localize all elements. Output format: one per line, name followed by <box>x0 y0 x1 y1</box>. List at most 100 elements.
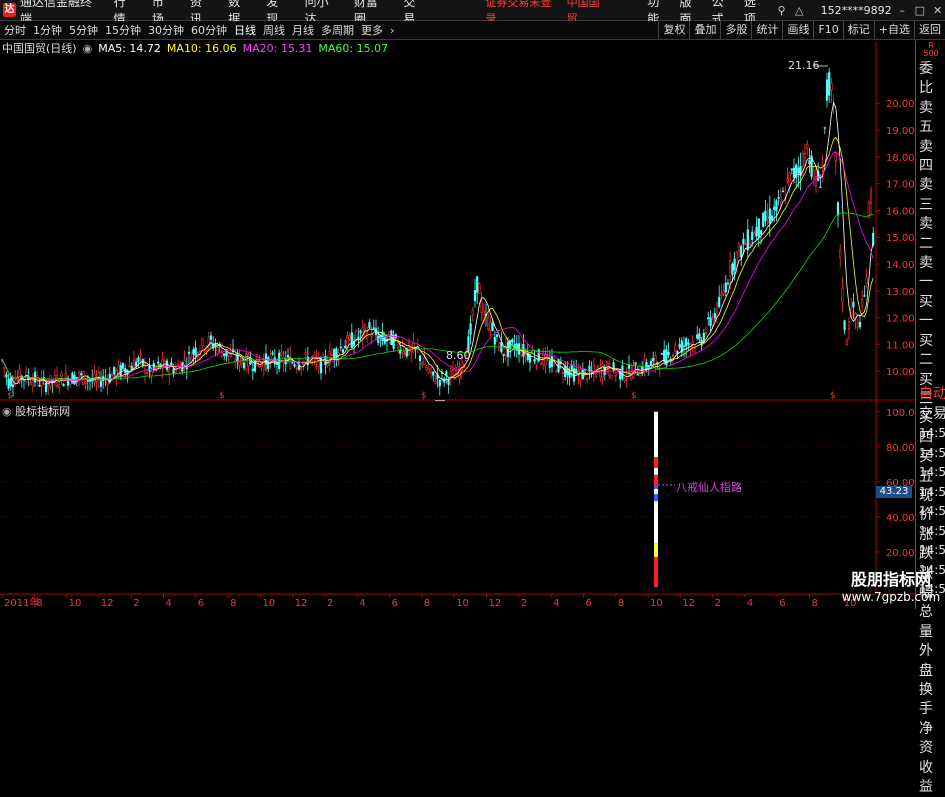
candle-body <box>700 339 703 346</box>
candle-body <box>282 356 285 364</box>
candle-body <box>790 168 793 171</box>
x-tick-label: 12 <box>101 598 114 609</box>
candle-body <box>203 350 206 353</box>
candle-body <box>722 290 725 295</box>
candle-body <box>368 322 371 328</box>
candle-body <box>685 338 688 347</box>
high-price-label: 21.16 <box>788 59 820 72</box>
period-15min[interactable]: 15分钟 <box>105 22 141 38</box>
candle-body <box>220 350 224 358</box>
chevron-right-icon[interactable]: › <box>390 24 394 37</box>
y-tick-label: 18.00 <box>886 153 915 164</box>
ma-legend: 中国国贸(日线) ◉ MA5: 14.72 MA10: 16.06 MA20: … <box>2 41 394 56</box>
candle-body <box>84 381 87 384</box>
y-tick-label: 10.00 <box>886 367 915 378</box>
candle-body <box>773 206 776 210</box>
x-tick-label: 12 <box>682 598 695 609</box>
candle-body <box>352 340 356 347</box>
period-monthly[interactable]: 月线 <box>292 22 314 38</box>
candle-body <box>198 350 202 355</box>
tool-mark[interactable]: 标记 <box>842 21 874 39</box>
bell-icon[interactable]: △ <box>792 2 807 18</box>
tool-f10[interactable]: F10 <box>813 21 842 39</box>
candle-body <box>819 186 822 188</box>
candle-body <box>513 344 516 350</box>
candle-body <box>456 366 459 376</box>
period-60min[interactable]: 60分钟 <box>191 22 227 38</box>
search-icon[interactable]: ⚲ <box>774 2 789 18</box>
candle-body <box>766 216 769 219</box>
candle-body <box>335 348 338 361</box>
ma60-label: MA60: 15.07 <box>318 41 389 55</box>
candle-body <box>568 370 571 378</box>
price-chart[interactable]: $ $ $ $ $ 10.00 11.00 12.00 13.00 14.00 15.00 16.0… <box>0 0 945 609</box>
candle-body <box>170 362 173 367</box>
candle-body <box>407 342 411 355</box>
candle-body <box>836 202 840 216</box>
tool-back[interactable]: 返回 <box>914 21 945 39</box>
eye-icon[interactable]: ◉ <box>83 42 93 55</box>
minimize-icon[interactable]: – <box>895 2 910 18</box>
indicator-bar-segment <box>654 474 658 486</box>
candle-body <box>443 378 446 383</box>
candle-body <box>671 354 675 357</box>
candle-body <box>366 333 369 340</box>
tool-adjust[interactable]: 复权 <box>658 21 689 39</box>
quote-field-16: 换手 <box>919 682 933 718</box>
period-30min[interactable]: 30分钟 <box>148 22 184 38</box>
candle-body <box>95 377 98 382</box>
candle-body <box>383 336 386 344</box>
eye-icon[interactable]: ◉ <box>2 405 12 418</box>
ma60-line <box>1 212 874 380</box>
period-weekly[interactable]: 周线 <box>263 22 285 38</box>
tool-stats[interactable]: 统计 <box>751 21 782 39</box>
candle-body <box>608 363 611 376</box>
candle-body <box>619 368 622 380</box>
candle-body <box>300 367 303 370</box>
period-daily[interactable]: 日线 <box>234 22 256 38</box>
candle-body <box>410 346 413 352</box>
tool-add-watch[interactable]: +自选 <box>873 21 914 39</box>
candle-body <box>533 359 536 362</box>
period-5min[interactable]: 5分钟 <box>69 22 98 38</box>
tool-overlay[interactable]: 叠加 <box>689 21 720 39</box>
period-more[interactable]: 更多 <box>361 22 383 38</box>
candle-body <box>388 331 391 336</box>
maximize-icon[interactable]: □ <box>912 2 927 18</box>
indicator-bar-segment <box>654 543 658 558</box>
candle-body <box>0 359 4 361</box>
period-multi[interactable]: 多周期 <box>321 22 354 38</box>
candle-body <box>630 371 633 380</box>
candle-body <box>429 367 433 374</box>
candle-body <box>691 341 694 345</box>
x-tick-label: 10 <box>456 598 469 609</box>
candle-body <box>524 351 527 355</box>
candle-body <box>38 385 41 387</box>
candle-body <box>315 358 318 363</box>
user-account[interactable]: 152****9892 <box>821 4 892 17</box>
candle-body <box>550 356 554 367</box>
candle-body <box>528 354 532 363</box>
candle-body <box>788 172 791 187</box>
candle-body <box>577 371 580 375</box>
tool-draw[interactable]: 画线 <box>782 21 813 39</box>
signal-marker: $ <box>219 391 225 401</box>
ma10-label: MA10: 16.06 <box>166 41 237 55</box>
close-icon[interactable]: ✕ <box>930 2 945 18</box>
candle-body <box>462 364 466 368</box>
candle-body <box>223 353 226 356</box>
candle-body <box>828 72 831 96</box>
candle-body <box>570 364 573 371</box>
period-intraday[interactable]: 分时 <box>4 22 26 38</box>
indicator-value-box: 43.23 <box>876 486 912 498</box>
candle-body <box>225 349 228 357</box>
period-1min[interactable]: 1分钟 <box>33 22 62 38</box>
candle-body <box>267 357 270 370</box>
tool-multi[interactable]: 多股 <box>720 21 751 39</box>
panel-header: R 500 <box>923 41 939 58</box>
candle-body <box>183 360 186 365</box>
quote-panel: R 500 委比 卖五 卖四 卖三 卖二 卖一 买一 买二 买三 买四 买五 现价 涨跌 涨幅 总量 外盘 换手净… <box>915 41 945 795</box>
candle-body <box>55 375 59 387</box>
candle-body <box>786 178 789 182</box>
candle-body <box>427 368 430 373</box>
